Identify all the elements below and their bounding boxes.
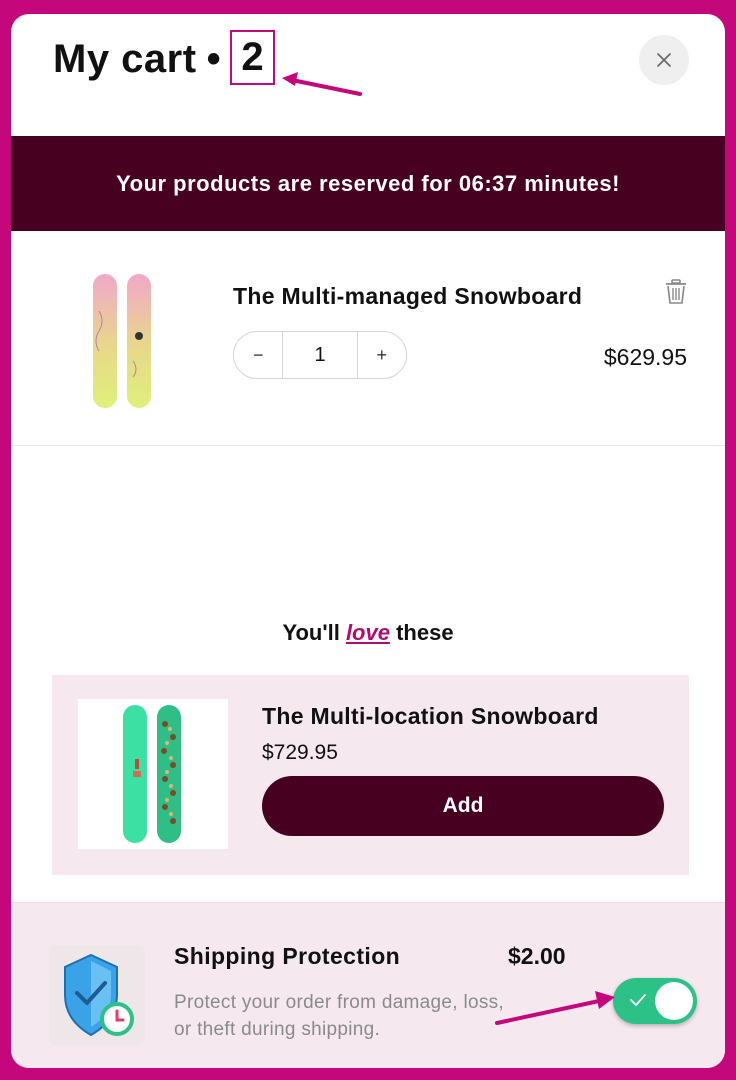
- heading-suffix: these: [389, 620, 454, 645]
- cart-header: My cart • 2: [11, 14, 725, 136]
- close-icon: [657, 53, 671, 67]
- shipping-protection-title: Shipping Protection: [174, 943, 401, 969]
- trash-icon[interactable]: [665, 279, 687, 305]
- cart-count-highlight: 2: [230, 30, 275, 85]
- cart-line-item: The Multi-managed Snowboard − 1 + $629.9…: [11, 231, 725, 446]
- shield-check-icon: [64, 953, 134, 1037]
- snowboard-thumbnail-icon: [93, 274, 151, 408]
- annotation-arrow-icon: [282, 72, 362, 96]
- recommendations-heading: You'll love these: [11, 620, 725, 646]
- title-separator: •: [206, 37, 222, 81]
- cart-count: 2: [241, 35, 264, 79]
- quantity-stepper: − 1 +: [233, 331, 407, 379]
- heading-emphasis: love: [345, 620, 390, 645]
- toggle-knob: [655, 982, 693, 1020]
- add-to-cart-button[interactable]: Add: [262, 776, 664, 836]
- shipping-protection-panel: Shipping Protection $2.00 Protect your o…: [11, 902, 725, 1068]
- shipping-protection-toggle[interactable]: [613, 978, 697, 1024]
- heading-prefix: You'll: [282, 620, 346, 645]
- recommendation-price: $729.95: [262, 741, 338, 764]
- recommendation-card: The Multi-location Snowboard $729.95 Add: [52, 675, 689, 875]
- cart-drawer: My cart • 2 Your products are reserved fo…: [11, 14, 725, 1068]
- snowboard-image-icon: [123, 705, 181, 843]
- reservation-banner: Your products are reserved for 06:37 min…: [11, 136, 725, 231]
- recommendation-name[interactable]: The Multi-location Snowboard: [262, 703, 599, 730]
- recommendation-image[interactable]: [78, 699, 228, 849]
- cart-title: My cart •: [53, 37, 227, 82]
- product-price: $629.95: [603, 344, 687, 370]
- increase-quantity-button[interactable]: +: [358, 332, 406, 378]
- reservation-text: Your products are reserved for 06:37 min…: [116, 170, 620, 196]
- decrease-quantity-button[interactable]: −: [234, 332, 282, 378]
- cart-title-text: My cart: [53, 37, 197, 81]
- product-name[interactable]: The Multi-managed Snowboard: [233, 283, 582, 310]
- checkmark-icon: [630, 994, 646, 1006]
- quantity-value[interactable]: 1: [282, 332, 358, 378]
- close-button[interactable]: [639, 35, 689, 85]
- shipping-protection-price: $2.00: [508, 943, 566, 969]
- shipping-protection-description: Protect your order from damage, loss, or…: [174, 992, 505, 1040]
- shipping-protection-image: [49, 945, 145, 1045]
